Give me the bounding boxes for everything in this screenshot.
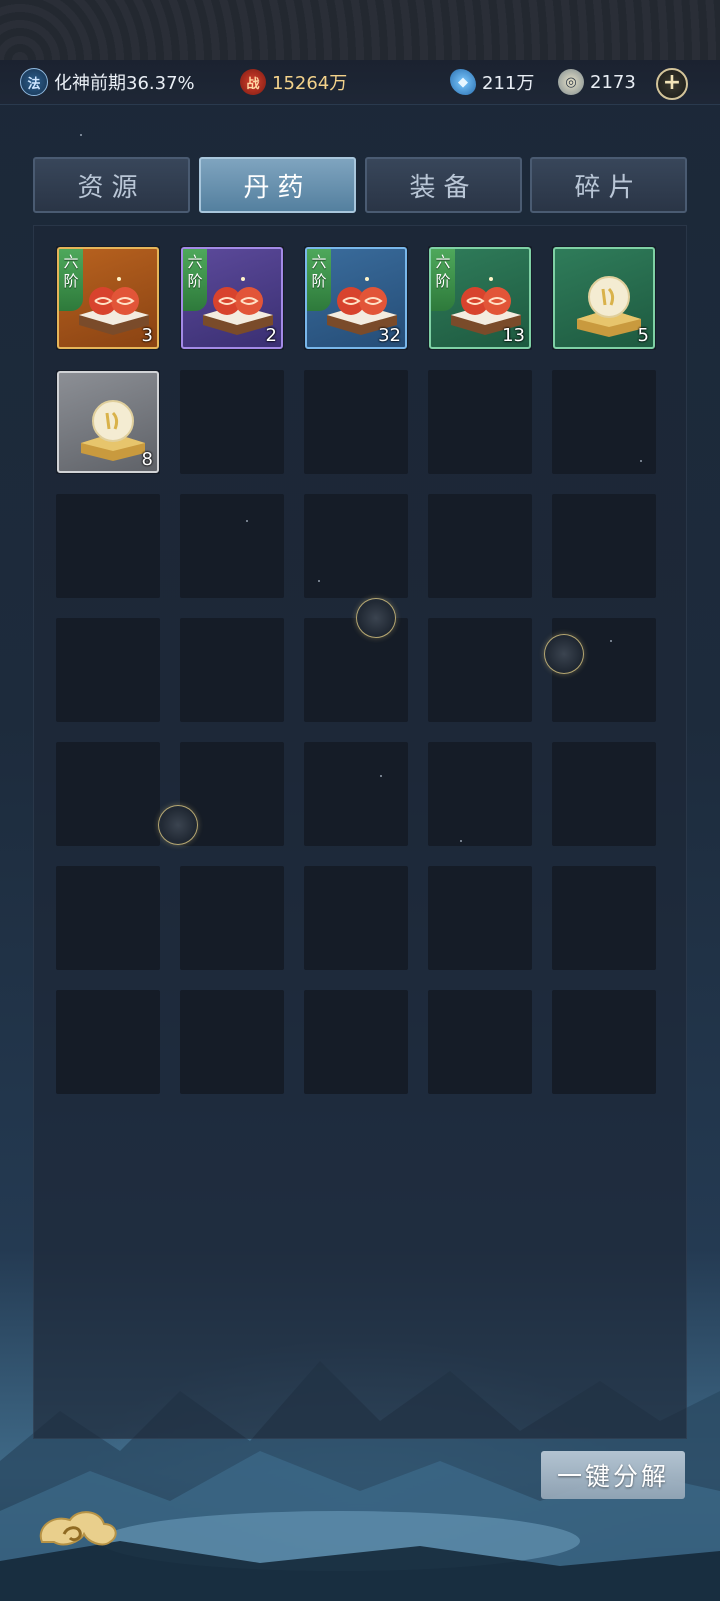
inventory-slot[interactable]: [180, 990, 284, 1094]
inventory-slot[interactable]: [56, 866, 160, 970]
one-click-decompose-button[interactable]: 一键分解: [541, 1451, 685, 1499]
pearl-item[interactable]: 5: [553, 247, 655, 349]
tier-badge: 六阶: [307, 249, 331, 311]
inventory-slot[interactable]: [180, 370, 284, 474]
inventory-slot[interactable]: 六阶 32: [304, 246, 408, 350]
inventory-slot[interactable]: [304, 742, 408, 846]
inventory-slot[interactable]: [180, 866, 284, 970]
inventory-slot[interactable]: 5: [552, 246, 656, 350]
tab-equipment[interactable]: 装备: [365, 157, 522, 213]
inventory-panel: 六阶 3 六阶 2 六阶 32 六阶 13 5 8: [33, 225, 687, 1439]
top-decoration: [0, 0, 720, 60]
inventory-slot[interactable]: [56, 494, 160, 598]
inventory-slot[interactable]: [552, 494, 656, 598]
item-count: 2: [265, 325, 277, 346]
item-count: 13: [502, 325, 525, 346]
tier-badge: 六阶: [431, 249, 455, 311]
battle-power-icon: 战: [240, 69, 266, 95]
inventory-slot[interactable]: [304, 494, 408, 598]
pill-item[interactable]: 六阶 13: [429, 247, 531, 349]
spirit-crystal-icon: ◆: [450, 69, 476, 95]
spirit-stone-icon: ◎: [558, 69, 584, 95]
inventory-slot[interactable]: [552, 370, 656, 474]
tab-pills[interactable]: 丹药: [199, 157, 356, 213]
inventory-slot[interactable]: [552, 990, 656, 1094]
inventory-slot[interactable]: [304, 370, 408, 474]
power-value: 15264万: [272, 73, 348, 94]
pill-item[interactable]: 六阶 2: [181, 247, 283, 349]
floating-spirit-orb: [356, 598, 396, 638]
tab-resources[interactable]: 资源: [33, 157, 190, 213]
inventory-slot[interactable]: [428, 990, 532, 1094]
inventory-slot[interactable]: [428, 618, 532, 722]
inventory-slot[interactable]: [428, 866, 532, 970]
crystal-value: 211万: [482, 73, 535, 94]
spirit-value: 2173: [590, 71, 636, 93]
item-count: 32: [378, 325, 401, 346]
floating-spirit-orb: [158, 805, 198, 845]
inventory-slot[interactable]: [552, 866, 656, 970]
inventory-slot[interactable]: [56, 618, 160, 722]
category-tabs: 资源 丹药 装备 碎片: [33, 157, 687, 213]
inventory-slot[interactable]: [552, 742, 656, 846]
floating-spirit-orb: [544, 634, 584, 674]
item-count: 8: [141, 449, 153, 470]
realm-stat[interactable]: 法 化神前期36.37%: [20, 66, 195, 98]
realm-text: 化神前期36.37%: [54, 73, 195, 94]
inventory-slot[interactable]: 六阶 13: [428, 246, 532, 350]
item-count: 3: [141, 325, 153, 346]
inventory-slot[interactable]: [428, 494, 532, 598]
inventory-slot[interactable]: 六阶 3: [56, 246, 160, 350]
tab-fragments[interactable]: 碎片: [530, 157, 687, 213]
inventory-slot[interactable]: [428, 742, 532, 846]
inventory-slot[interactable]: [428, 370, 532, 474]
realm-seal-icon: 法: [20, 68, 48, 96]
pearl-item[interactable]: 8: [57, 371, 159, 473]
tier-badge: 六阶: [59, 249, 83, 311]
add-currency-button[interactable]: +: [656, 68, 688, 100]
inventory-slot[interactable]: [180, 618, 284, 722]
status-bar: 法 化神前期36.37% 战 15264万 ◆ 211万 ◎ 2173: [0, 60, 720, 105]
inventory-slot[interactable]: [56, 990, 160, 1094]
tier-badge: 六阶: [183, 249, 207, 311]
item-count: 5: [637, 325, 649, 346]
pill-item[interactable]: 六阶 3: [57, 247, 159, 349]
crystal-stat[interactable]: ◆ 211万: [450, 66, 534, 98]
cloud-back-icon[interactable]: [34, 1502, 120, 1558]
inventory-slot[interactable]: 8: [56, 370, 160, 474]
inventory-slot[interactable]: [304, 618, 408, 722]
spirit-stat[interactable]: ◎ 2173: [558, 66, 636, 98]
inventory-slot[interactable]: [304, 866, 408, 970]
pill-item[interactable]: 六阶 32: [305, 247, 407, 349]
inventory-slot[interactable]: [304, 990, 408, 1094]
inventory-slot[interactable]: [56, 742, 160, 846]
inventory-slot[interactable]: 六阶 2: [180, 246, 284, 350]
inventory-slot[interactable]: [180, 494, 284, 598]
power-stat: 战 15264万: [240, 66, 347, 98]
